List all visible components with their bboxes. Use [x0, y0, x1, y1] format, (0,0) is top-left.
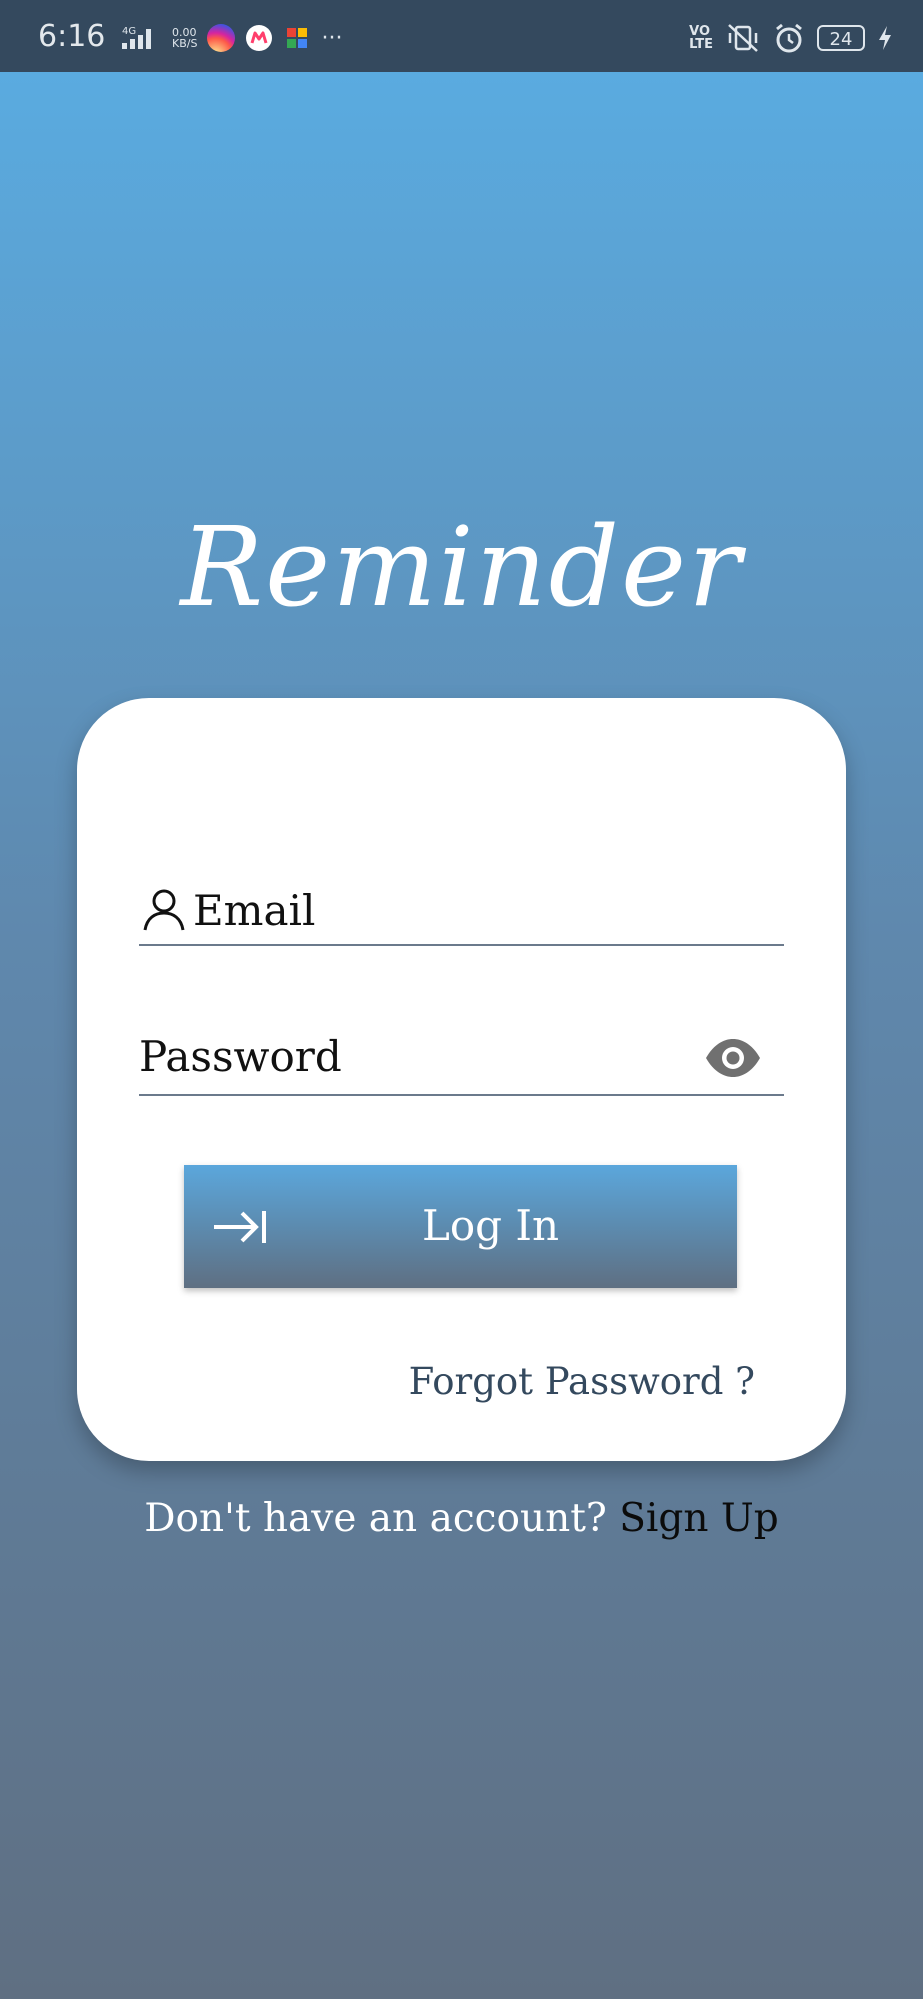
- alarm-icon: [776, 23, 802, 53]
- signal-icon: 4G: [122, 26, 151, 49]
- volte-bottom: LTE: [689, 37, 713, 52]
- login-screen: Reminder Log In Forgot Password ?: [0, 72, 923, 1999]
- login-button-label: Log In: [421, 1201, 560, 1250]
- eye-icon[interactable]: [704, 1036, 762, 1080]
- password-input[interactable]: [139, 1026, 679, 1086]
- app-logo: Reminder: [180, 503, 743, 631]
- overflow-indicator: ···: [321, 25, 343, 51]
- email-field: [139, 880, 784, 946]
- status-right-icons: VO LTE 24: [689, 22, 893, 54]
- instagram-icon: [207, 24, 236, 52]
- email-input[interactable]: [193, 880, 773, 940]
- data-speed-unit: KB/S: [172, 37, 198, 50]
- signup-link[interactable]: Sign Up: [619, 1496, 779, 1541]
- user-icon: [143, 889, 185, 931]
- network-type-label: 4G: [122, 26, 136, 37]
- status-time: 6:16: [38, 19, 106, 54]
- password-field: [139, 1022, 784, 1096]
- status-left-icons: 4G 0.00 KB/S ···: [110, 24, 342, 52]
- data-speed: 0.00 KB/S: [172, 27, 197, 49]
- vibrate-icon: [728, 24, 758, 52]
- forgot-password-link[interactable]: Forgot Password ?: [409, 1360, 755, 1403]
- signup-prompt: Don't have an account?: [144, 1496, 620, 1541]
- login-card: Log In Forgot Password ?: [77, 698, 846, 1461]
- charging-icon: [879, 26, 891, 50]
- myntra-icon: [246, 25, 273, 51]
- volte-indicator: VO LTE: [689, 25, 713, 51]
- login-button[interactable]: Log In: [184, 1165, 737, 1288]
- battery-icon: 24: [817, 25, 865, 51]
- signup-row: Don't have an account? Sign Up: [0, 1496, 923, 1541]
- puzzle-app-icon: [287, 28, 308, 48]
- status-bar: 6:16 4G 0.00 KB/S ··· VO LTE 24: [0, 0, 923, 72]
